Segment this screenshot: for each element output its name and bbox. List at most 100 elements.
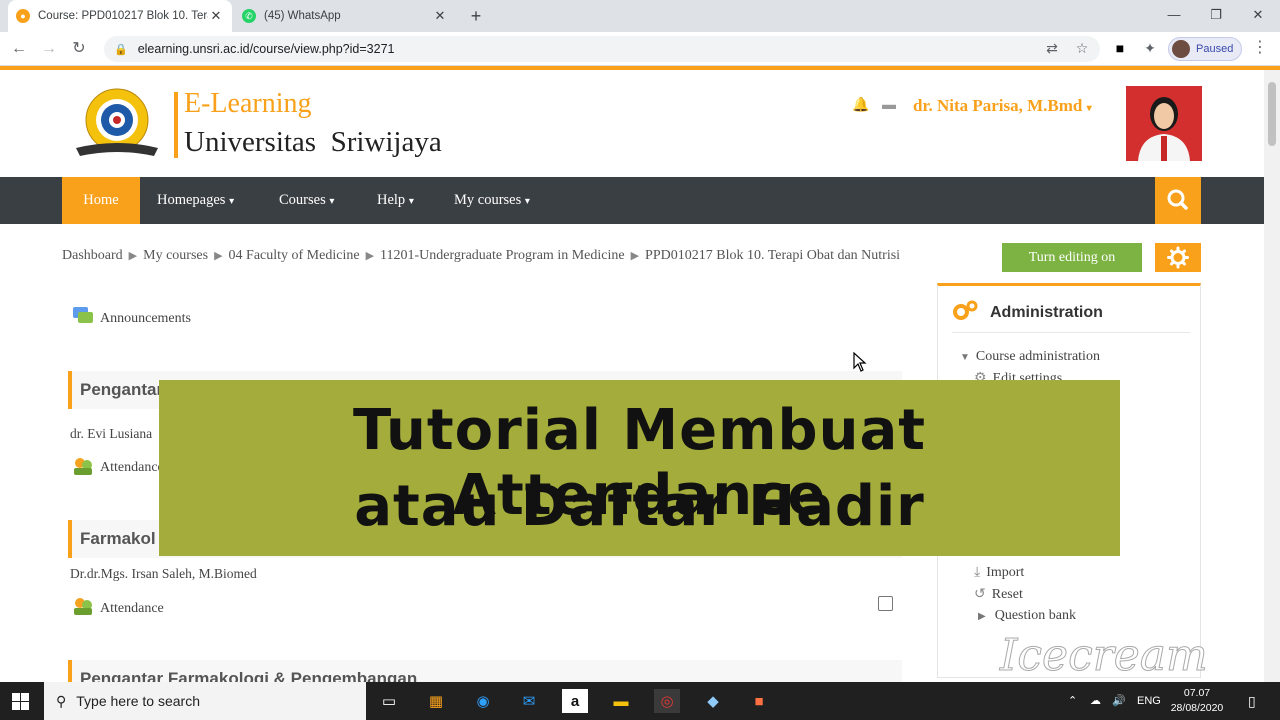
divider <box>952 332 1190 333</box>
mouse-cursor-icon <box>853 352 867 372</box>
chevron-down-icon: ▾ <box>329 196 335 207</box>
reset-link[interactable]: ↺ Reset <box>974 586 1023 603</box>
user-avatar[interactable] <box>1126 86 1202 161</box>
caret-right-icon: ▶ <box>978 611 986 622</box>
translate-icon[interactable]: ⇄ <box>1042 38 1062 58</box>
tray-chevron-up-icon[interactable]: ⌃ <box>1068 682 1077 720</box>
breadcrumb: Dashboard ▶ My courses ▶ 04 Faculty of Medic… <box>62 248 900 264</box>
chevron-down-icon: ▾ <box>524 196 530 207</box>
new-tab-button[interactable]: + <box>466 6 486 26</box>
address-bar[interactable]: 🔒 elearning.unsri.ac.id/course/view.php?… <box>104 36 1100 62</box>
brand-university: Universitas Sriwijaya <box>184 126 442 158</box>
scroll-thumb[interactable] <box>1268 82 1276 146</box>
chevron-right-icon: ▶ <box>128 250 138 262</box>
gears-icon <box>953 300 978 320</box>
cloud-icon[interactable]: ☁ <box>1090 682 1101 720</box>
nav-homepages[interactable]: Homepages ▾ <box>157 177 234 224</box>
bookmark-star-icon[interactable]: ☆ <box>1072 38 1092 58</box>
windows-start-icon[interactable] <box>12 693 29 710</box>
attendance-icon <box>74 598 92 615</box>
breadcrumb-program[interactable]: 11201-Undergraduate Program in Medicine <box>380 248 625 263</box>
close-tab-icon[interactable]: ✕ <box>208 8 224 24</box>
chevron-down-icon: ▾ <box>408 196 414 207</box>
completion-checkbox[interactable] <box>878 596 893 611</box>
taskbar-clock[interactable]: 07.07 28/08/2020 <box>1168 686 1226 716</box>
notifications-icon[interactable]: ▯ <box>1248 682 1256 720</box>
header-accent-line <box>0 66 1280 70</box>
brand-divider <box>174 92 178 158</box>
chrome-icon[interactable]: ◎ <box>654 689 680 713</box>
chevron-right-icon: ▶ <box>630 250 640 262</box>
file-explorer-icon[interactable]: ▬ <box>608 689 634 713</box>
nav-search-button[interactable] <box>1155 177 1201 224</box>
breadcrumb-dashboard[interactable]: Dashboard <box>62 248 123 263</box>
brand-elearning: E-Learning <box>184 88 312 119</box>
profile-button[interactable]: Paused <box>1168 37 1242 61</box>
tab-course[interactable]: ● Course: PPD010217 Blok 10. Tera ✕ <box>8 0 232 32</box>
breadcrumb-course[interactable]: PPD010217 Blok 10. Terapi Obat dan Nutri… <box>645 248 900 263</box>
back-icon[interactable]: ← <box>8 38 30 60</box>
url-text: elearning.unsri.ac.id/course/view.php?id… <box>137 42 395 56</box>
volume-icon[interactable]: 🔊 <box>1112 682 1126 720</box>
user-menu[interactable]: dr. Nita Parisa, M.Bmd ▾ <box>913 96 1092 116</box>
reload-icon[interactable]: ↻ <box>68 38 90 60</box>
close-tab-icon[interactable]: ✕ <box>432 8 448 24</box>
language-indicator[interactable]: ENG <box>1137 682 1161 720</box>
extensions-puzzle-icon[interactable]: ✦ <box>1140 38 1160 58</box>
menu-dots-icon[interactable]: ⋮ <box>1250 38 1270 58</box>
icecream-recorder-icon[interactable]: ■ <box>746 689 772 713</box>
breadcrumb-my-courses[interactable]: My courses <box>143 248 208 263</box>
page-scrollbar[interactable] <box>1264 70 1280 682</box>
icecream-watermark: Icecream <box>1000 630 1209 682</box>
edge-icon[interactable]: ◉ <box>470 689 496 713</box>
course-settings-button[interactable] <box>1155 243 1201 272</box>
extension-k-icon[interactable]: ■ <box>1110 38 1130 58</box>
mail-icon[interactable]: ✉ <box>516 689 542 713</box>
breadcrumb-faculty[interactable]: 04 Faculty of Medicine <box>229 248 360 263</box>
gear-icon <box>1167 246 1189 269</box>
import-icon: ⤓ <box>974 565 981 580</box>
announcements-link[interactable]: Announcements <box>100 311 191 327</box>
notification-bell-icon[interactable]: 🔔 <box>852 96 869 113</box>
turn-editing-on-button[interactable]: Turn editing on <box>1002 243 1142 272</box>
attendance-icon <box>74 458 92 475</box>
forward-icon[interactable]: → <box>38 38 60 60</box>
section-teacher: Dr.dr.Mgs. Irsan Saleh, M.Biomed <box>70 566 257 581</box>
moodle-favicon-icon: ● <box>16 9 30 23</box>
restore-icon[interactable]: ❐ <box>1196 4 1236 26</box>
screen: ● Course: PPD010217 Blok 10. Tera ✕ ✆ (4… <box>0 0 1280 720</box>
nav-help[interactable]: Help ▾ <box>377 177 414 224</box>
import-link[interactable]: ⤓ Import <box>974 565 1024 581</box>
taskbar-search[interactable]: ⚲ Type here to search <box>44 682 366 720</box>
reset-icon: ↺ <box>974 587 986 602</box>
banner-line-2: atau Daftar Hadir <box>354 474 925 539</box>
nav-home[interactable]: Home <box>62 177 140 224</box>
course-administration-node[interactable]: ▼ Course administration <box>960 349 1100 365</box>
attendance-link[interactable]: Attendance <box>100 460 164 476</box>
close-window-icon[interactable]: ✕ <box>1238 4 1278 26</box>
section-title[interactable]: Farmakol <box>80 529 156 549</box>
administration-title: Administration <box>990 304 1103 321</box>
nav-courses[interactable]: Courses ▾ <box>279 177 334 224</box>
forum-icon <box>73 307 93 323</box>
tab-whatsapp[interactable]: ✆ (45) WhatsApp ✕ <box>234 0 456 32</box>
chevron-down-icon: ▾ <box>229 196 235 207</box>
search-icon <box>1167 189 1188 210</box>
task-view-icon[interactable]: ▭ <box>376 689 402 713</box>
attendance-link[interactable]: Attendance <box>100 601 164 617</box>
question-bank-node[interactable]: ▶ Question bank <box>978 608 1076 624</box>
user-name: dr. Nita Parisa, M.Bmd <box>913 96 1083 115</box>
tab-title: (45) WhatsApp <box>264 10 341 22</box>
store-icon[interactable]: ▦ <box>423 689 449 713</box>
taskbar-search-placeholder: Type here to search <box>76 693 201 709</box>
avatar <box>1172 40 1190 58</box>
clock-time: 07.07 <box>1183 687 1211 699</box>
minimize-icon[interactable]: — <box>1154 4 1194 26</box>
lock-icon: 🔒 <box>114 43 128 56</box>
app-icon[interactable]: ◆ <box>700 689 726 713</box>
amazon-icon[interactable]: a <box>562 689 588 713</box>
nav-my-courses[interactable]: My courses ▾ <box>454 177 530 224</box>
messages-icon[interactable]: ▬ <box>882 96 896 112</box>
tab-title: Course: PPD010217 Blok 10. Tera <box>38 10 208 22</box>
section-title[interactable]: Pengantar <box>80 380 163 400</box>
